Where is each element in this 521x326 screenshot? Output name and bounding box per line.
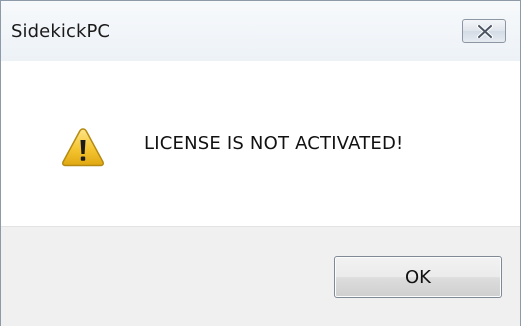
message-dialog: SidekickPC LICENSE IS NOT ACTIVATED! OK: [0, 0, 521, 326]
dialog-content: LICENSE IS NOT ACTIVATED!: [1, 61, 520, 226]
message-text: LICENSE IS NOT ACTIVATED!: [144, 133, 404, 154]
ok-button[interactable]: OK: [334, 256, 502, 298]
warning-icon: [62, 128, 104, 167]
title-bar[interactable]: SidekickPC: [1, 1, 520, 61]
close-button[interactable]: [462, 19, 506, 43]
button-bar: OK: [1, 226, 520, 326]
window-title: SidekickPC: [11, 21, 111, 42]
close-icon: [477, 25, 493, 38]
